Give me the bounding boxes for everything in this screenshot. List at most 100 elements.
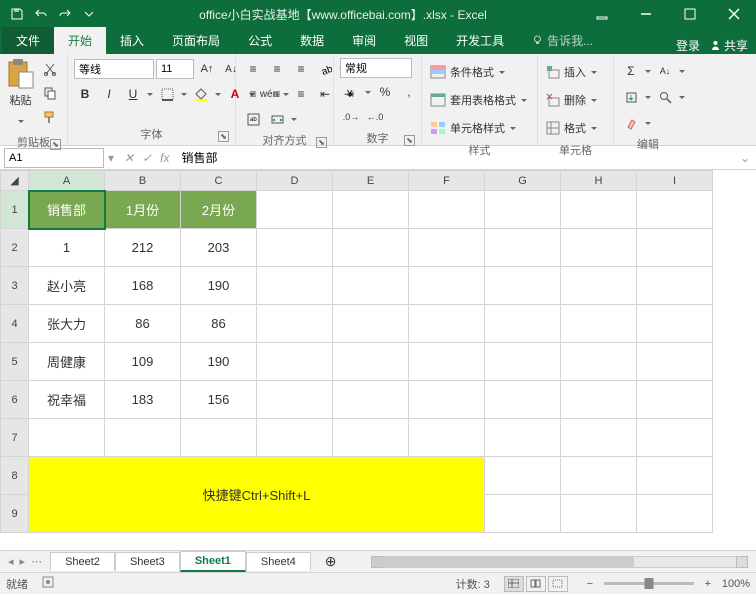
tab-view[interactable]: 视图 <box>390 27 442 54</box>
format-cells-button[interactable]: 格式 <box>544 116 600 140</box>
cell[interactable] <box>29 419 105 457</box>
cell[interactable] <box>409 191 485 229</box>
cell[interactable]: 张大力 <box>29 305 105 343</box>
minimize-button[interactable] <box>624 0 668 28</box>
row-header[interactable]: 9 <box>1 495 29 533</box>
cell-styles-button[interactable]: 单元格样式 <box>428 116 519 140</box>
sort-filter-icon[interactable]: A↓ <box>654 60 676 82</box>
sheet-tab[interactable]: Sheet4 <box>246 552 311 571</box>
cell[interactable] <box>485 381 561 419</box>
cell[interactable] <box>257 229 333 267</box>
bold-button[interactable]: B <box>74 83 96 105</box>
cell[interactable] <box>333 267 409 305</box>
clear-icon[interactable] <box>620 112 642 134</box>
sheet-tab[interactable]: Sheet1 <box>180 551 246 572</box>
col-header[interactable]: I <box>637 171 713 191</box>
save-icon[interactable] <box>8 5 26 23</box>
cell[interactable] <box>409 381 485 419</box>
cell[interactable] <box>561 343 637 381</box>
tab-file[interactable]: 文件 <box>2 27 54 54</box>
cell[interactable] <box>561 381 637 419</box>
align-center-icon[interactable]: ≡ <box>266 83 288 105</box>
cell[interactable]: 1 <box>29 229 105 267</box>
cell[interactable] <box>637 419 713 457</box>
dialog-launcher-icon[interactable]: ⬊ <box>50 139 61 150</box>
maximize-button[interactable] <box>668 0 712 28</box>
chevron-down-icon[interactable] <box>644 60 652 82</box>
cell[interactable] <box>257 191 333 229</box>
scroll-thumb[interactable] <box>372 557 635 567</box>
chevron-down-icon[interactable] <box>678 60 686 82</box>
cell[interactable] <box>561 267 637 305</box>
wrap-text-icon[interactable]: ab <box>242 108 264 130</box>
col-header[interactable]: G <box>485 171 561 191</box>
sheet-nav-last-icon[interactable]: ▸ <box>20 555 26 568</box>
tab-data[interactable]: 数据 <box>286 27 338 54</box>
sheet-nav-first-icon[interactable]: ◂ <box>8 555 14 568</box>
align-right-icon[interactable]: ≡ <box>290 83 312 105</box>
cut-icon[interactable] <box>39 58 61 80</box>
fill-icon[interactable] <box>620 86 642 108</box>
tab-formulas[interactable]: 公式 <box>234 27 286 54</box>
cell[interactable] <box>485 305 561 343</box>
spreadsheet-grid[interactable]: ◢ A B C D E F G H I 1 销售部 1月份 2月份 212122… <box>0 170 756 550</box>
zoom-slider[interactable] <box>604 582 694 585</box>
cell[interactable] <box>561 305 637 343</box>
row-header[interactable]: 6 <box>1 381 29 419</box>
cell[interactable] <box>637 343 713 381</box>
chevron-down-icon[interactable] <box>214 83 222 105</box>
cell[interactable]: 2月份 <box>181 191 257 229</box>
cell[interactable] <box>485 267 561 305</box>
font-size-select[interactable] <box>156 59 194 79</box>
cell[interactable] <box>485 343 561 381</box>
col-header[interactable]: B <box>105 171 181 191</box>
border-icon[interactable] <box>156 83 178 105</box>
cell[interactable]: 183 <box>105 381 181 419</box>
close-button[interactable] <box>712 0 756 28</box>
undo-icon[interactable] <box>32 5 50 23</box>
col-header[interactable]: F <box>409 171 485 191</box>
autosum-icon[interactable]: Σ <box>620 60 642 82</box>
format-table-button[interactable]: 套用表格格式 <box>428 88 530 112</box>
cell[interactable] <box>485 419 561 457</box>
dialog-launcher-icon[interactable]: ⬊ <box>404 135 415 146</box>
accounting-format-icon[interactable]: ¥ <box>340 81 362 103</box>
cell[interactable]: 168 <box>105 267 181 305</box>
cell[interactable]: 86 <box>105 305 181 343</box>
cell[interactable] <box>561 419 637 457</box>
cell[interactable]: 109 <box>105 343 181 381</box>
cell[interactable] <box>257 343 333 381</box>
align-left-icon[interactable]: ≡ <box>242 83 264 105</box>
select-all-corner[interactable]: ◢ <box>1 171 29 191</box>
cell[interactable] <box>257 267 333 305</box>
cell[interactable]: 190 <box>181 267 257 305</box>
delete-cells-button[interactable]: 删除 <box>544 88 600 112</box>
increase-font-icon[interactable]: A↑ <box>196 58 218 80</box>
cell[interactable] <box>561 229 637 267</box>
cell[interactable] <box>409 305 485 343</box>
tab-developer[interactable]: 开发工具 <box>442 27 518 54</box>
cell[interactable]: 190 <box>181 343 257 381</box>
view-page-break-icon[interactable] <box>548 576 568 592</box>
tab-layout[interactable]: 页面布局 <box>158 27 234 54</box>
merge-cells-icon[interactable] <box>266 108 288 130</box>
cell[interactable] <box>485 229 561 267</box>
sheet-nav-menu-icon[interactable]: ⋯ <box>31 555 42 568</box>
cell[interactable] <box>181 419 257 457</box>
cell[interactable] <box>409 419 485 457</box>
expand-formula-icon[interactable]: ⌄ <box>734 151 756 165</box>
decrease-decimal-icon[interactable]: ←.0 <box>364 106 386 128</box>
col-header[interactable]: D <box>257 171 333 191</box>
decrease-indent-icon[interactable]: ⇤ <box>314 83 336 105</box>
cell[interactable]: 212 <box>105 229 181 267</box>
sheet-tab[interactable]: Sheet3 <box>115 552 180 571</box>
orientation-icon[interactable]: ab <box>314 58 336 80</box>
tell-me[interactable]: 告诉我... <box>518 27 607 54</box>
dialog-launcher-icon[interactable]: ⬊ <box>218 131 229 142</box>
cell[interactable] <box>637 267 713 305</box>
percent-icon[interactable]: % <box>374 81 396 103</box>
cell[interactable] <box>333 381 409 419</box>
col-header[interactable]: C <box>181 171 257 191</box>
col-header[interactable]: H <box>561 171 637 191</box>
sheet-tab[interactable]: Sheet2 <box>50 552 115 571</box>
